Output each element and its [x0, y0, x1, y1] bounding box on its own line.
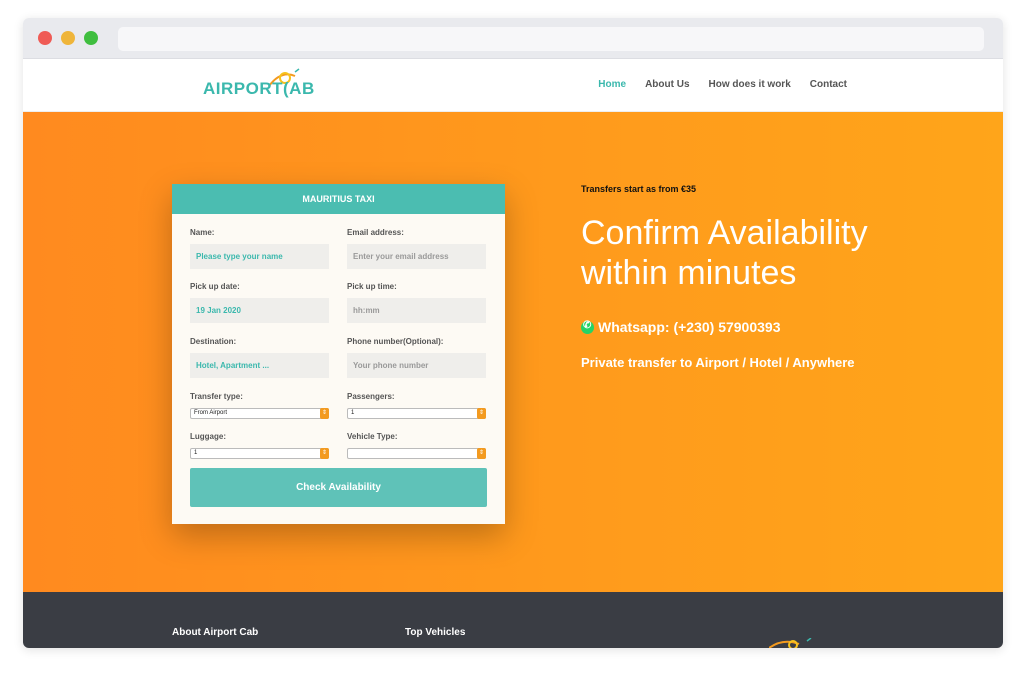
luggage-label: Luggage:	[190, 432, 226, 441]
pickup-date-label: Pick up date:	[190, 282, 240, 291]
luggage-value: 1	[194, 450, 198, 456]
passengers-label: Passengers:	[347, 392, 395, 401]
select-arrow-icon: ⇕	[477, 408, 486, 419]
name-field-group: Name: Please type your name	[190, 228, 329, 269]
minimize-window-button[interactable]	[61, 31, 75, 45]
email-input[interactable]: Enter your email address	[347, 244, 486, 269]
transfer-type-group: Transfer type: From Airport ⇕	[190, 392, 329, 419]
nav-about-us[interactable]: About Us	[645, 79, 689, 90]
close-window-button[interactable]	[38, 31, 52, 45]
nav-contact[interactable]: Contact	[810, 79, 847, 90]
form-title: MAURITIUS TAXI	[172, 184, 505, 214]
phone-group: Phone number(Optional): Your phone numbe…	[347, 337, 486, 378]
transfer-type-select[interactable]: From Airport ⇕	[190, 408, 329, 419]
footer-vehicles-heading: Top Vehicles	[405, 627, 466, 638]
site-footer: About Airport Cab Top Vehicles	[23, 592, 1003, 648]
whatsapp-icon	[581, 320, 594, 334]
promo-section: Transfers start as from €35 Confirm Avai…	[581, 184, 961, 370]
select-arrow-icon: ⇕	[320, 408, 329, 419]
promo-private-transfer: Private transfer to Airport / Hotel / An…	[581, 355, 855, 370]
destination-label: Destination:	[190, 337, 237, 346]
phone-input[interactable]: Your phone number	[347, 353, 486, 378]
booking-form-card: MAURITIUS TAXI Name: Please type your na…	[172, 184, 505, 524]
pickup-time-group: Pick up time: hh:mm	[347, 282, 486, 323]
passengers-select[interactable]: 1 ⇕	[347, 408, 486, 419]
nav-how-it-works[interactable]: How does it work	[709, 79, 791, 90]
email-label: Email address:	[347, 228, 404, 237]
vehicle-type-group: Vehicle Type: ⇕	[347, 432, 486, 459]
transfer-type-value: From Airport	[194, 410, 228, 416]
luggage-select[interactable]: 1 ⇕	[190, 448, 329, 459]
destination-input[interactable]: Hotel, Apartment ...	[190, 353, 329, 378]
browser-window: AIRPORT(AB Home About Us How does it wor…	[23, 18, 1003, 648]
pickup-time-label: Pick up time:	[347, 282, 397, 291]
promo-headline: Confirm Availability within minutes	[581, 213, 961, 293]
pickup-date-input[interactable]: 19 Jan 2020	[190, 298, 329, 323]
luggage-group: Luggage: 1 ⇕	[190, 432, 329, 459]
select-arrow-icon: ⇕	[477, 448, 486, 459]
footer-about-heading: About Airport Cab	[172, 627, 259, 638]
whatsapp-text: Whatsapp: (+230) 57900393	[598, 319, 781, 335]
pickup-date-group: Pick up date: 19 Jan 2020	[190, 282, 329, 323]
footer-logo-icon	[769, 638, 812, 648]
airport-cab-logo[interactable]: AIRPORT(AB	[203, 68, 323, 102]
passengers-group: Passengers: 1 ⇕	[347, 392, 486, 419]
main-nav: Home About Us How does it work Contact	[598, 79, 847, 90]
passengers-value: 1	[351, 410, 355, 416]
check-availability-button[interactable]: Check Availability	[190, 468, 487, 507]
vehicle-type-label: Vehicle Type:	[347, 432, 398, 441]
email-field-group: Email address: Enter your email address	[347, 228, 486, 269]
maximize-window-button[interactable]	[84, 31, 98, 45]
nav-home[interactable]: Home	[598, 79, 626, 90]
select-arrow-icon: ⇕	[320, 448, 329, 459]
pickup-time-input[interactable]: hh:mm	[347, 298, 486, 323]
address-bar[interactable]	[118, 27, 984, 51]
transfer-type-label: Transfer type:	[190, 392, 243, 401]
name-input[interactable]: Please type your name	[190, 244, 329, 269]
site-header: AIRPORT(AB Home About Us How does it wor…	[23, 59, 1003, 112]
whatsapp-contact[interactable]: Whatsapp: (+230) 57900393	[581, 319, 961, 335]
destination-group: Destination: Hotel, Apartment ...	[190, 337, 329, 378]
promo-headline-line2: within minutes	[581, 254, 797, 292]
logo-text-ab: AB	[289, 79, 315, 98]
logo-text-airport: AIRPORT	[203, 79, 283, 98]
hero-section: MAURITIUS TAXI Name: Please type your na…	[23, 112, 1003, 592]
browser-titlebar	[23, 18, 1003, 59]
promo-headline-line1: Confirm Availability	[581, 214, 868, 252]
promo-price-note: Transfers start as from €35	[581, 184, 697, 194]
vehicle-type-select[interactable]: ⇕	[347, 448, 486, 459]
phone-label: Phone number(Optional):	[347, 337, 444, 346]
name-label: Name:	[190, 228, 215, 237]
